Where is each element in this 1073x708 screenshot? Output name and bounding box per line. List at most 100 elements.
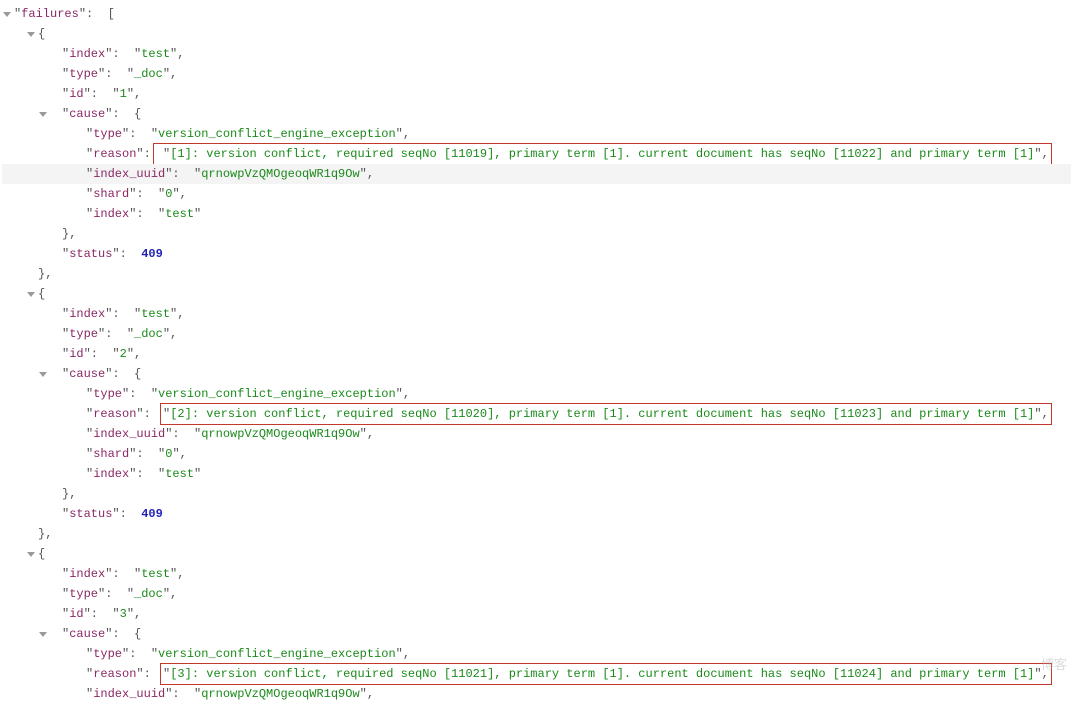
expand-toggle-arrow-icon[interactable] xyxy=(2,9,12,19)
json-line[interactable]: "cause": { xyxy=(2,624,1071,644)
json-line[interactable]: "index_uuid": "qrnowpVzQMOgeoqWR1q9Ow", xyxy=(2,164,1071,184)
value: _doc xyxy=(134,584,163,604)
key: index xyxy=(93,204,129,224)
open-brace: { xyxy=(134,624,141,644)
value: 1 xyxy=(120,84,127,104)
value: test xyxy=(165,204,194,224)
json-viewer: "failures": [ { "index": "test", "type":… xyxy=(0,0,1073,708)
json-line[interactable]: "cause": { xyxy=(2,364,1071,384)
close-brace: } xyxy=(38,524,45,544)
key: reason xyxy=(93,664,136,684)
json-line[interactable]: "shard": "0", xyxy=(2,184,1071,204)
value: version_conflict_engine_exception xyxy=(158,644,396,664)
value: 409 xyxy=(141,244,163,264)
json-line-root[interactable]: "failures": [ xyxy=(2,4,1071,24)
value: 3 xyxy=(120,604,127,624)
value: test xyxy=(141,44,170,64)
value: 409 xyxy=(141,504,163,524)
json-line[interactable]: "index_uuid": "qrnowpVzQMOgeoqWR1q9Ow", xyxy=(2,684,1071,704)
close-brace: } xyxy=(38,264,45,284)
highlighted-error-reason: "[2]: version conflict, required seqNo [… xyxy=(160,403,1052,425)
value: _doc xyxy=(134,64,163,84)
value: 0 xyxy=(165,444,172,464)
open-brace: { xyxy=(38,544,45,564)
quote: " xyxy=(14,4,21,24)
expand-toggle-arrow-icon[interactable] xyxy=(26,549,36,559)
key: cause xyxy=(69,104,105,124)
key: type xyxy=(93,644,122,664)
json-line[interactable]: "type": "_doc", xyxy=(2,584,1071,604)
value: [3]: version conflict, required seqNo [1… xyxy=(170,667,1034,681)
json-line[interactable]: "index_uuid": "qrnowpVzQMOgeoqWR1q9Ow", xyxy=(2,424,1071,444)
key: index xyxy=(69,44,105,64)
key: type xyxy=(69,324,98,344)
expand-toggle-arrow-icon[interactable] xyxy=(38,629,48,639)
open-brace: { xyxy=(38,284,45,304)
json-line[interactable]: "index": "test" xyxy=(2,464,1071,484)
key: reason xyxy=(93,404,136,424)
key: type xyxy=(93,124,122,144)
expand-toggle-arrow-icon[interactable] xyxy=(38,109,48,119)
key: index_uuid xyxy=(93,424,165,444)
json-line[interactable]: "type": "_doc", xyxy=(2,324,1071,344)
key: shard xyxy=(93,184,129,204)
json-line[interactable]: }, xyxy=(2,224,1071,244)
json-line[interactable]: "status": 409 xyxy=(2,244,1071,264)
json-line[interactable]: }, xyxy=(2,484,1071,504)
json-line[interactable]: }, xyxy=(2,264,1071,284)
open-brace: { xyxy=(38,24,45,44)
json-line[interactable]: "type": "version_conflict_engine_excepti… xyxy=(2,384,1071,404)
json-line[interactable]: "index": "test", xyxy=(2,304,1071,324)
key: id xyxy=(69,344,83,364)
expand-toggle-arrow-icon[interactable] xyxy=(38,369,48,379)
key: index xyxy=(69,304,105,324)
key: shard xyxy=(93,444,129,464)
json-line[interactable]: "reason": "[2]: version conflict, requir… xyxy=(2,404,1071,424)
open-bracket: [ xyxy=(108,4,115,24)
key: index xyxy=(93,464,129,484)
json-line[interactable]: "type": "version_conflict_engine_excepti… xyxy=(2,644,1071,664)
expand-toggle-arrow-icon[interactable] xyxy=(26,29,36,39)
value: test xyxy=(165,464,194,484)
json-line[interactable]: "id": "2", xyxy=(2,344,1071,364)
key: reason xyxy=(93,144,136,164)
json-line[interactable]: "reason": "[3]: version conflict, requir… xyxy=(2,664,1071,684)
close-brace: } xyxy=(62,224,69,244)
json-line[interactable]: "reason": "[1]: version conflict, requir… xyxy=(2,144,1071,164)
json-line[interactable]: "index": "test", xyxy=(2,44,1071,64)
value: qrnowpVzQMOgeoqWR1q9Ow xyxy=(201,424,359,444)
key: index_uuid xyxy=(93,164,165,184)
open-brace: { xyxy=(134,104,141,124)
json-line[interactable]: "shard": "0", xyxy=(2,444,1071,464)
json-line[interactable]: "status": 409 xyxy=(2,504,1071,524)
key: failures xyxy=(21,4,79,24)
value: test xyxy=(141,564,170,584)
key: type xyxy=(93,384,122,404)
value: qrnowpVzQMOgeoqWR1q9Ow xyxy=(201,164,359,184)
json-line[interactable]: "id": "3", xyxy=(2,604,1071,624)
expand-toggle-arrow-icon[interactable] xyxy=(26,289,36,299)
key: cause xyxy=(69,624,105,644)
json-line[interactable]: }, xyxy=(2,524,1071,544)
key: id xyxy=(69,84,83,104)
value: test xyxy=(141,304,170,324)
value: _doc xyxy=(134,324,163,344)
json-line[interactable]: "index": "test", xyxy=(2,564,1071,584)
highlighted-error-reason: "[1]: version conflict, required seqNo [… xyxy=(153,143,1052,165)
key: id xyxy=(69,604,83,624)
json-line[interactable]: "index": "test" xyxy=(2,204,1071,224)
json-line[interactable]: { xyxy=(2,544,1071,564)
json-line[interactable]: "type": "version_conflict_engine_excepti… xyxy=(2,124,1071,144)
json-line[interactable]: { xyxy=(2,24,1071,44)
value: [1]: version conflict, required seqNo [1… xyxy=(170,147,1034,161)
key: status xyxy=(69,504,112,524)
key: index xyxy=(69,564,105,584)
key: status xyxy=(69,244,112,264)
json-line[interactable]: "cause": { xyxy=(2,104,1071,124)
value: qrnowpVzQMOgeoqWR1q9Ow xyxy=(201,684,359,704)
value: [2]: version conflict, required seqNo [1… xyxy=(170,407,1034,421)
key: cause xyxy=(69,364,105,384)
json-line[interactable]: { xyxy=(2,284,1071,304)
json-line[interactable]: "type": "_doc", xyxy=(2,64,1071,84)
json-line[interactable]: "id": "1", xyxy=(2,84,1071,104)
